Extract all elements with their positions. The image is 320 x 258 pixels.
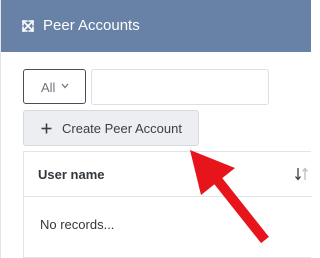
plus-icon: [41, 123, 52, 134]
empty-state-message: No records...: [40, 217, 115, 232]
panel-title: Peer Accounts: [43, 17, 140, 34]
empty-state-row: No records...: [24, 197, 312, 257]
peer-accounts-table: User name No records...: [23, 151, 312, 258]
table-header-row: User name: [24, 152, 312, 197]
filter-selected-value: All: [41, 80, 56, 95]
sort-arrows-icon[interactable]: [294, 167, 310, 181]
create-button-label: Create Peer Account: [62, 121, 182, 136]
expand-icon[interactable]: [21, 19, 35, 33]
filter-dropdown[interactable]: All: [23, 69, 86, 104]
search-input[interactable]: [91, 69, 269, 105]
panel-header: Peer Accounts: [1, 0, 311, 52]
create-peer-account-button[interactable]: Create Peer Account: [23, 110, 199, 146]
chevron-down-icon: [61, 83, 69, 89]
peer-accounts-panel: Peer Accounts All Create Peer Account Us…: [0, 0, 312, 258]
column-header-user-name[interactable]: User name: [38, 167, 104, 183]
